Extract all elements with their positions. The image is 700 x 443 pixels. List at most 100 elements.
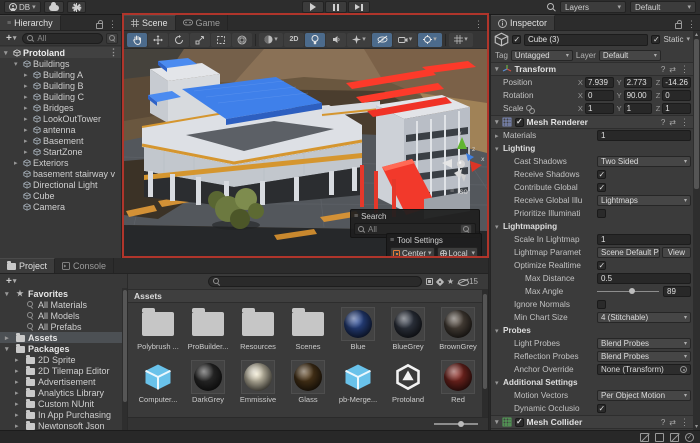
hierarchy-item[interactable]: StartZone ⋮ [0,146,121,157]
hierarchy-item[interactable]: Directional Light ⋮ [0,179,121,190]
asset-tile[interactable]: Emmissive [234,360,282,413]
hierarchy-item[interactable]: Buildings ⋮ [0,58,121,69]
hierarchy-item[interactable]: Bridges ⋮ [0,102,121,113]
property-row[interactable]: Min Chart Size 4 (Stitchable) 4 (Stitcha… [491,311,693,324]
asset-tile[interactable]: Blue [334,307,382,360]
inspector-scrollbar[interactable]: ▴ ▾ [693,31,700,430]
foldout-arrow-icon[interactable] [24,104,31,112]
status-check-icon[interactable]: ✓ [685,433,694,442]
audio-toggle-button[interactable] [326,33,346,47]
mesh-collider-component-header[interactable]: ▾ Mesh Collider ? ⇄ ⋮ [491,415,693,429]
tag-dropdown[interactable]: Untagged [511,50,573,61]
tab-scene[interactable]: Scene [124,15,176,30]
camera-dropdown[interactable]: ▾ [393,33,417,47]
help-icon[interactable]: ? [661,65,665,74]
scrollbar-thumb[interactable] [483,294,487,389]
component-enabled-checkbox[interactable] [515,418,524,427]
foldout-arrow-icon[interactable] [24,93,31,101]
asset-tile[interactable]: Resources [234,307,282,360]
foldout-arrow-icon[interactable] [14,60,21,68]
pivot-mode-dropdown[interactable]: Center ▾ [390,247,435,258]
tab-hierarchy[interactable]: ≡ Hierarchy [0,15,61,30]
property-row[interactable]: Receive Shadows [491,168,693,181]
scroll-up-arrow[interactable]: ▴ [693,31,700,38]
property-row[interactable]: Contribute Global [491,181,693,194]
property-dropdown[interactable]: Two Sided [597,156,691,167]
component-enabled-checkbox[interactable] [515,118,524,127]
asset-tile[interactable]: pb-Merge... [334,360,382,413]
asset-tile[interactable]: Scenes [284,307,332,360]
foldout-arrow-icon[interactable] [24,137,31,145]
hierarchy-item[interactable]: Basement ⋮ [0,135,121,146]
property-row[interactable]: Lightmapping [491,220,693,233]
saved-search-button[interactable] [106,33,118,44]
foldout-arrow-icon[interactable] [5,345,12,353]
foldout-arrow-icon[interactable] [5,334,12,342]
scene-viewport[interactable]: y z x ≡ Iso ≡ Search All [124,49,487,256]
project-tree-item[interactable]: ★ 2D Sprite [0,354,127,365]
transform-tool-button[interactable] [232,33,252,47]
hierarchy-item[interactable]: Exteriors ⋮ [0,157,121,168]
z-value-field[interactable]: -14.26 [662,77,691,88]
project-tree-item[interactable]: ★ Newtonsoft Json [0,420,127,430]
view-button[interactable]: View [662,247,691,258]
project-tree-item[interactable]: ★ In App Purchasing [0,409,127,420]
layout-dropdown[interactable]: Default ▾ [630,1,696,13]
move-tool-button[interactable] [148,33,168,47]
foldout-arrow-icon[interactable] [14,159,21,167]
scale-tool-button[interactable] [190,33,210,47]
add-object-button[interactable]: +▾ [3,33,19,44]
project-tree-item[interactable]: ★ All Materials [0,299,127,310]
hierarchy-item[interactable]: Building B ⋮ [0,80,121,91]
hidden-count-toggle[interactable]: 15 [458,277,478,286]
property-checkbox[interactable] [597,209,606,218]
property-checkbox[interactable] [597,300,606,309]
link-scale-icon[interactable] [526,105,534,113]
property-row[interactable]: Light Probes Blend Probes Blend Probes B… [491,337,693,350]
tab-game[interactable]: Game [176,15,229,30]
foldout-arrow-icon[interactable] [495,327,502,335]
gizmo-z-label[interactable]: z [472,146,475,153]
drag-handle-icon[interactable]: ≡ [390,237,394,244]
property-row[interactable]: Motion Vectors Per Object Motion Per Obj… [491,389,693,402]
foldout-arrow-icon[interactable] [15,389,22,397]
foldout-arrow-icon[interactable] [24,126,31,134]
foldout-arrow-icon[interactable]: ▾ [495,118,499,126]
transform-component-header[interactable]: ▾ Transform ? ⇄ ⋮ [491,62,693,76]
lock-icon[interactable] [675,23,682,29]
y-value-field[interactable]: 2.773 [624,77,653,88]
property-checkbox[interactable] [597,183,606,192]
layer-dropdown[interactable]: Default [599,50,661,61]
mesh-renderer-component-header[interactable]: ▾ Mesh Renderer ? ⇄ ⋮ [491,115,693,129]
asset-tile[interactable]: BlueGrey [384,307,432,360]
effects-dropdown[interactable]: ▾ [347,33,371,47]
z-value-field[interactable]: 0 [662,90,691,101]
scene-visibility-toggle[interactable] [372,33,392,47]
search-by-label-button[interactable] [437,279,443,285]
active-checkbox[interactable] [512,35,521,44]
foldout-arrow-icon[interactable] [495,379,502,387]
hierarchy-search-input[interactable]: All [22,33,103,44]
foldout-arrow-icon[interactable] [24,82,31,90]
object-picker-icon[interactable] [680,366,687,373]
rect-tool-button[interactable] [211,33,231,47]
foldout-arrow-icon[interactable] [495,145,502,153]
project-tree-item[interactable]: ★ All Prefabs [0,321,127,332]
property-row[interactable]: Cast Shadows Two Sided Two Sided Two Sid… [491,155,693,168]
assets-search-input[interactable] [208,276,422,287]
kebab-menu-icon[interactable]: ⋮ [680,117,689,128]
foldout-arrow-icon[interactable] [15,411,22,419]
x-value-field[interactable]: 7.939 [585,77,614,88]
project-tree-item[interactable]: ★ Assets [0,332,127,343]
static-checkbox[interactable] [651,35,660,44]
cloud-services-button[interactable] [44,1,64,13]
pause-button[interactable] [325,1,347,13]
help-icon[interactable]: ? [661,418,665,427]
z-value-field[interactable]: 1 [662,103,691,114]
static-flags-dropdown[interactable]: ▾ [686,36,690,43]
asset-tile[interactable]: Red [434,360,482,413]
property-row[interactable]: Prioritize Illuminati [491,207,693,220]
object-name-field[interactable]: Cube (3) [524,34,648,46]
project-tree-item[interactable]: ★ 2D Tilemap Editor [0,365,127,376]
lighting-toggle-button[interactable] [305,33,325,47]
